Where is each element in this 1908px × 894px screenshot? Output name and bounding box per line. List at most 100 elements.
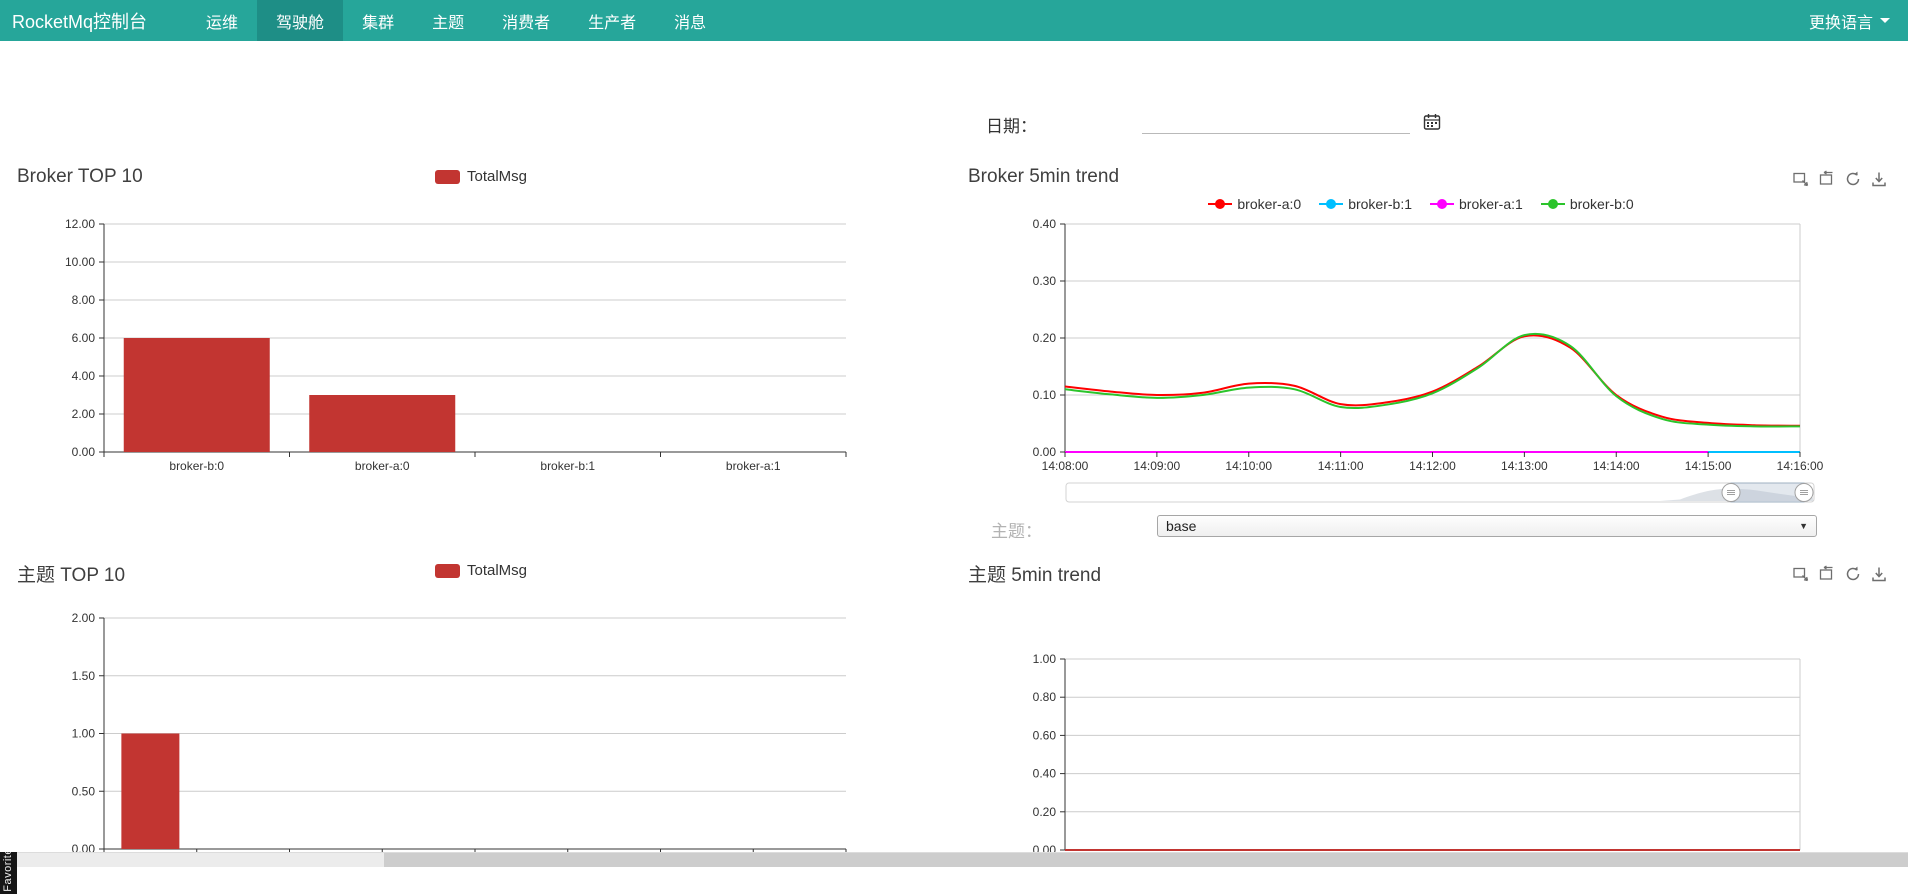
horizontal-scrollbar-thumb[interactable] (384, 853, 1908, 867)
svg-text:broker-a:0: broker-a:0 (355, 459, 410, 473)
navbar: RocketMq控制台 运维 驾驶舱 集群 主题 消费者 生产者 消息 更换语言 (0, 0, 1908, 41)
legend-line-dot-icon (1208, 197, 1233, 211)
refresh-icon[interactable] (1844, 565, 1862, 583)
horizontal-scrollbar[interactable] (0, 852, 1908, 867)
chart-title-topic-trend: 主题 5min trend (968, 565, 1102, 586)
svg-text:6.00: 6.00 (72, 331, 96, 345)
topic-select[interactable]: base ▼ (1157, 515, 1817, 537)
bar-0 (121, 733, 180, 849)
favorites-tab[interactable]: Favorites (0, 852, 17, 894)
svg-text:broker-b:1: broker-b:1 (540, 459, 595, 473)
legend-line-dot-icon (1540, 197, 1565, 211)
chart-title-topic-top10: 主题 TOP 10 (17, 565, 126, 586)
svg-text:0.00: 0.00 (72, 445, 96, 459)
chart-topic-trend[interactable]: 0.000.200.400.600.801.00 (1001, 608, 1841, 860)
caret-down-icon: ▼ (1799, 521, 1808, 531)
legend-item-label: broker-b:0 (1569, 196, 1634, 212)
datazoom-slider[interactable] (1065, 480, 1817, 506)
svg-text:12.00: 12.00 (65, 217, 95, 231)
chart-broker-top10: 0.00 2.00 4.00 6.00 8.00 10.00 12.00 broker-b:0… (65, 217, 847, 473)
language-menu[interactable]: 更换语言 (1791, 0, 1908, 41)
nav-item-2[interactable]: 集群 (343, 0, 413, 41)
svg-text:0.30: 0.30 (1033, 274, 1057, 288)
language-label: 更换语言 (1808, 14, 1873, 32)
date-label: 日期： (986, 117, 1037, 136)
zoom-reset-icon[interactable] (1818, 170, 1836, 188)
chart-title-broker-trend: Broker 5min trend (968, 166, 1120, 187)
legend-label: TotalMsg (467, 562, 528, 579)
svg-text:14:15:00: 14:15:00 (1685, 459, 1732, 473)
legend-swatch (435, 169, 460, 184)
bar-broker-a:0 (309, 395, 456, 452)
svg-text:14:16:00: 14:16:00 (1777, 459, 1824, 473)
svg-text:10.00: 10.00 (65, 255, 95, 269)
zoom-select-icon[interactable] (1792, 565, 1810, 583)
svg-text:1.00: 1.00 (1033, 652, 1057, 666)
svg-text:1.00: 1.00 (72, 727, 96, 741)
app-brand[interactable]: RocketMq控制台 (0, 0, 161, 41)
legend-item-broker-a:1[interactable]: broker-a:1 (1430, 196, 1523, 212)
svg-text:2.00: 2.00 (72, 611, 96, 625)
datazoom-window[interactable] (1730, 482, 1805, 503)
svg-text:0.80: 0.80 (1033, 690, 1057, 704)
nav-item-4[interactable]: 消费者 (483, 0, 569, 41)
nav-item-1[interactable]: 驾驶舱 (257, 0, 344, 41)
legend-label: TotalMsg (467, 168, 528, 185)
svg-text:14:12:00: 14:12:00 (1409, 459, 1456, 473)
svg-text:14:11:00: 14:11:00 (1318, 459, 1364, 473)
svg-text:0.10: 0.10 (1033, 388, 1057, 402)
caret-down-icon (1880, 18, 1890, 23)
toolbox-topic-trend (1792, 565, 1888, 583)
svg-text:broker-a:1: broker-a:1 (726, 459, 781, 473)
favorites-tab-label: Favorites (2, 852, 14, 892)
legend-line-dot-icon (1430, 197, 1454, 211)
svg-text:14:13:00: 14:13:00 (1501, 459, 1548, 473)
nav-item-3[interactable]: 主题 (413, 0, 483, 41)
calendar-icon[interactable] (1423, 113, 1441, 131)
nav-item-6[interactable]: 消息 (655, 0, 725, 41)
svg-text:0.40: 0.40 (1033, 217, 1057, 231)
svg-text:2.00: 2.00 (72, 407, 96, 421)
svg-text:14:14:00: 14:14:00 (1593, 459, 1640, 473)
chart-title-broker-top10: Broker TOP 10 (17, 166, 143, 187)
chart-topic-top10: 0.000.501.001.502.00 (72, 611, 847, 856)
datazoom-handle-right[interactable] (1794, 483, 1814, 502)
topic-label: 主题： (991, 522, 1042, 541)
nav-item-0[interactable]: 运维 (187, 0, 257, 41)
svg-text:14:09:00: 14:09:00 (1134, 459, 1181, 473)
datazoom-handle-left[interactable] (1721, 483, 1741, 502)
svg-text:8.00: 8.00 (72, 293, 96, 307)
toolbox-broker-trend (1792, 170, 1888, 188)
chart-broker-trend[interactable]: 0.00 0.10 0.20 0.30 0.40 14:08:00 14:09:00 14:1… (1001, 214, 1841, 482)
refresh-icon[interactable] (1844, 170, 1862, 188)
dashboard-page: RocketMq控制台 运维 驾驶舱 集群 主题 消费者 生产者 消息 更换语言 日期： B… (0, 0, 1908, 894)
main-nav: 运维 驾驶舱 集群 主题 消费者 生产者 消息 (187, 0, 725, 41)
legend-item-broker-b:1[interactable]: broker-b:1 (1319, 196, 1412, 212)
svg-text:0.00: 0.00 (1033, 445, 1057, 459)
svg-text:1.50: 1.50 (72, 669, 96, 683)
svg-text:4.00: 4.00 (72, 369, 96, 383)
legend-item-label: broker-a:1 (1459, 196, 1523, 212)
legend-line-dot-icon (1319, 197, 1344, 211)
legend-item-broker-a:0[interactable]: broker-a:0 (1208, 196, 1301, 212)
topic-select-value: base (1166, 518, 1197, 534)
download-icon[interactable] (1870, 565, 1888, 583)
zoom-select-icon[interactable] (1792, 170, 1810, 188)
nav-item-5[interactable]: 生产者 (569, 0, 655, 41)
svg-text:broker-b:0: broker-b:0 (169, 459, 224, 473)
svg-text:0.20: 0.20 (1033, 805, 1057, 819)
svg-text:14:08:00: 14:08:00 (1042, 459, 1089, 473)
svg-text:0.50: 0.50 (72, 784, 96, 798)
legend-totalmsg-broker[interactable]: TotalMsg (435, 168, 527, 185)
date-input[interactable] (1142, 108, 1410, 134)
svg-text:0.40: 0.40 (1033, 767, 1057, 781)
svg-text:14:10:00: 14:10:00 (1225, 459, 1272, 473)
zoom-reset-icon[interactable] (1818, 565, 1836, 583)
legend-item-broker-b:0[interactable]: broker-b:0 (1540, 196, 1634, 212)
legend-item-label: broker-b:1 (1348, 196, 1412, 212)
legend-totalmsg-topic[interactable]: TotalMsg (435, 562, 527, 579)
legend-swatch (435, 563, 460, 578)
download-icon[interactable] (1870, 170, 1888, 188)
svg-text:0.20: 0.20 (1033, 331, 1057, 345)
legend-broker-trend: broker-a:0 broker-b:1 broker-a:1 broker-b:0 (1001, 196, 1841, 212)
